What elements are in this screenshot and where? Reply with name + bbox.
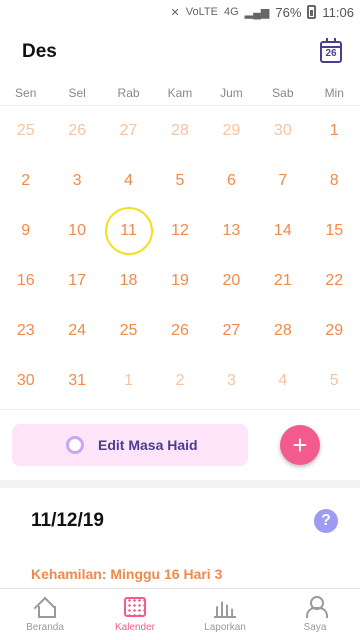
home-icon: [33, 596, 57, 618]
edit-period-label: Edit Masa Haid: [98, 437, 198, 453]
calendar-icon: [124, 597, 146, 617]
calendar-day[interactable]: 20: [206, 256, 257, 306]
calendar-day[interactable]: 5: [309, 356, 360, 406]
pregnancy-status: Kehamilan: Minggu 16 Hari 3: [31, 566, 223, 582]
weekday-header: Sen Sel Rab Kam Jum Sab Min: [0, 80, 360, 106]
day-detail: 11/12/19 ? Kehamilan: Minggu 16 Hari 3: [0, 488, 360, 582]
signal-icon: ▂▄▆: [244, 6, 270, 19]
weekday-label: Kam: [167, 85, 193, 100]
nav-label: Kalender: [114, 622, 156, 633]
calendar-day[interactable]: 25: [0, 106, 51, 156]
calendar-day[interactable]: 5: [154, 156, 205, 206]
bottom-nav: Beranda Kalender Laporkan Saya: [0, 588, 360, 640]
nav-label: Laporkan: [204, 622, 246, 633]
calendar-day[interactable]: 7: [257, 156, 308, 206]
month-title: Des: [22, 41, 57, 62]
nav-label: Saya: [303, 622, 327, 633]
nav-item-calendar[interactable]: Kalender: [90, 589, 180, 640]
network-type-label: 4G: [223, 6, 239, 18]
weekday-label: Sel: [68, 85, 86, 100]
calendar-day[interactable]: 13: [206, 206, 257, 256]
calendar-grid: 25 26 27 28 29 30 1 2 3 4 5 6 7 8 9 10 11 12 13 14 15 16 17 18 1…: [0, 106, 360, 406]
calendar-day[interactable]: 31: [51, 356, 102, 406]
weekday-label: Sab: [272, 85, 294, 100]
add-button[interactable]: +: [280, 425, 320, 465]
nav-item-home[interactable]: Beranda: [0, 589, 90, 640]
calendar-day[interactable]: 22: [309, 256, 360, 306]
calendar-day[interactable]: 3: [206, 356, 257, 406]
calendar-day[interactable]: 3: [51, 156, 102, 206]
calendar-day[interactable]: 4: [103, 156, 154, 206]
nav-item-profile[interactable]: Saya: [270, 589, 360, 640]
calendar-day[interactable]: 15: [309, 206, 360, 256]
user-icon: [303, 596, 328, 618]
status-bar: ✕ VoLTE 4G ▂▄▆ 76% 11:06: [0, 0, 360, 24]
calendar-day[interactable]: 8: [309, 156, 360, 206]
calendar-day[interactable]: 17: [51, 256, 102, 306]
calendar-day[interactable]: 27: [206, 306, 257, 356]
calendar-day[interactable]: 10: [51, 206, 102, 256]
calendar-day[interactable]: 25: [103, 306, 154, 356]
calendar-day[interactable]: 27: [103, 106, 154, 156]
weekday-label: Sen: [15, 85, 37, 100]
calendar-day[interactable]: 1: [309, 106, 360, 156]
chart-icon: [213, 596, 237, 618]
calendar-day[interactable]: 26: [154, 306, 205, 356]
calendar-day[interactable]: 2: [154, 356, 205, 406]
weekday-label: Rab: [117, 85, 140, 100]
mute-icon: ✕: [170, 6, 180, 19]
calendar-day[interactable]: 12: [154, 206, 205, 256]
calendar-day[interactable]: 26: [51, 106, 102, 156]
nav-item-report[interactable]: Laporkan: [180, 589, 270, 640]
weekday-label: Jum: [220, 85, 243, 100]
weekday-label: Min: [324, 85, 344, 100]
selected-date: 11/12/19: [31, 510, 104, 531]
calendar-day[interactable]: 16: [0, 256, 51, 306]
calendar-day[interactable]: 14: [257, 206, 308, 256]
edit-period-button[interactable]: Edit Masa Haid: [12, 424, 248, 466]
calendar-day[interactable]: 4: [257, 356, 308, 406]
calendar-day[interactable]: 29: [206, 106, 257, 156]
calendar-day[interactable]: 29: [309, 306, 360, 356]
volte-icon: VoLTE: [185, 6, 218, 18]
calendar-day[interactable]: 21: [257, 256, 308, 306]
period-ring-icon: [66, 436, 84, 454]
calendar-day[interactable]: 30: [257, 106, 308, 156]
calendar-day[interactable]: 19: [154, 256, 205, 306]
calendar-day[interactable]: 28: [257, 306, 308, 356]
calendar-day[interactable]: 1: [103, 356, 154, 406]
calendar-day[interactable]: 28: [154, 106, 205, 156]
go-to-today-calendar-icon[interactable]: 26: [320, 38, 342, 63]
calendar-day[interactable]: 18: [103, 256, 154, 306]
calendar-day[interactable]: 9: [0, 206, 51, 256]
day-detail-header: 11/12/19 ?: [31, 488, 338, 554]
calendar-day-today[interactable]: 11: [103, 206, 154, 256]
calendar-day[interactable]: 6: [206, 156, 257, 206]
battery-percent: 76%: [275, 4, 302, 20]
help-icon[interactable]: ?: [314, 509, 338, 533]
nav-label: Beranda: [26, 622, 64, 633]
section-gap: [0, 480, 360, 488]
calendar-header: Des 26: [0, 24, 360, 80]
clock: 11:06: [322, 4, 354, 20]
calendar-day[interactable]: 24: [51, 306, 102, 356]
battery-icon: [307, 5, 317, 19]
calendar-day[interactable]: 2: [0, 156, 51, 206]
calendar-day[interactable]: 30: [0, 356, 51, 406]
calendar-day[interactable]: 23: [0, 306, 51, 356]
action-row: Edit Masa Haid +: [0, 410, 360, 480]
